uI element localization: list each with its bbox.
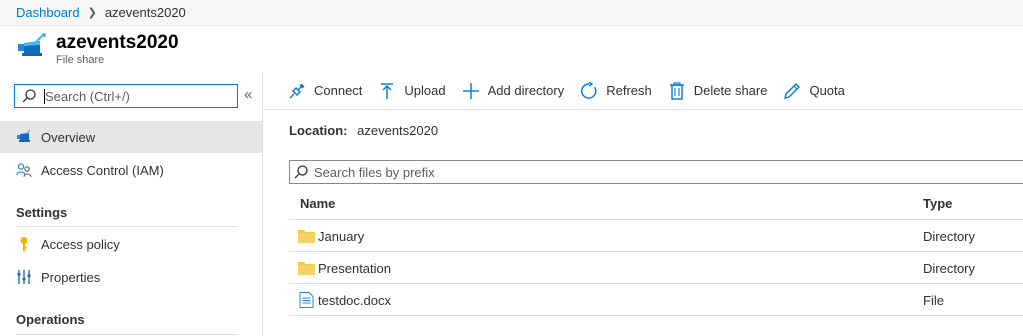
portal-window: Dashboard ❯ azevents2020 azevents2020 Fi… [0, 0, 1023, 336]
file-share-icon [17, 129, 31, 142]
section-title-settings: Settings [16, 205, 68, 220]
add-directory-button[interactable]: Add directory [462, 82, 565, 100]
row-name: testdoc.docx [318, 293, 391, 308]
delete-share-label: Delete share [693, 83, 768, 98]
quota-button[interactable]: Quota [783, 82, 845, 100]
add-directory-label: Add directory [487, 83, 565, 98]
command-bar: Connect Upload Add directory Refresh Del… [264, 72, 1023, 110]
file-search-box[interactable] [289, 160, 1023, 184]
delete-share-button[interactable]: Delete share [668, 81, 768, 100]
upload-button[interactable]: Upload [378, 82, 446, 100]
plug-icon [289, 83, 305, 98]
table-row[interactable]: testdoc.docx File [289, 284, 1023, 316]
chevron-right-icon: ❯ [87, 7, 97, 19]
sidebar-item-label: Access Control (IAM) [41, 162, 164, 178]
resource-header: azevents2020 File share [0, 26, 1023, 72]
file-share-icon [18, 33, 46, 56]
sidebar-item-label: Properties [41, 269, 101, 285]
column-header-type[interactable]: Type [923, 196, 952, 211]
location-line: Location: azevents2020 [289, 123, 438, 138]
file-search-input[interactable] [314, 163, 1014, 181]
people-icon [16, 163, 32, 178]
connect-label: Connect [314, 83, 363, 98]
folder-icon [298, 262, 315, 275]
breadcrumb-dashboard-link[interactable]: Dashboard [16, 5, 80, 20]
sidebar-item-overview[interactable]: Overview [0, 121, 262, 153]
sidebar-item-label: Access policy [41, 236, 120, 252]
file-table: Name Type January Directory Presentation… [289, 189, 1023, 316]
sidebar-item-properties[interactable]: Properties [0, 261, 262, 293]
row-name: January [318, 229, 365, 244]
plus-icon [462, 82, 479, 99]
column-header-name[interactable]: Name [300, 196, 335, 211]
breadcrumb-current: azevents2020 [104, 5, 186, 20]
row-type: File [923, 293, 944, 308]
collapse-sidebar-button[interactable]: « [244, 86, 252, 103]
key-icon [20, 237, 28, 251]
upload-icon [381, 82, 394, 99]
sidebar-item-label: Overview [41, 129, 96, 145]
sidebar-item-access-policy[interactable]: Access policy [0, 228, 262, 260]
refresh-label: Refresh [606, 83, 652, 98]
refresh-button[interactable]: Refresh [580, 81, 652, 100]
row-type: Directory [923, 261, 976, 276]
table-header: Name Type [289, 189, 1023, 220]
page-title: azevents2020 [56, 32, 179, 53]
search-icon [294, 165, 308, 179]
breadcrumb: Dashboard ❯ azevents2020 [0, 0, 1023, 26]
table-row[interactable]: Presentation Directory [289, 252, 1023, 284]
row-type: Directory [923, 229, 976, 244]
refresh-icon [581, 81, 597, 99]
upload-label: Upload [404, 83, 446, 98]
document-icon [299, 292, 314, 308]
section-title-operations: Operations [16, 312, 85, 327]
folder-icon [298, 230, 315, 243]
sidebar-search-input[interactable] [45, 87, 235, 105]
section-divider [16, 334, 238, 335]
sliders-icon [17, 270, 31, 284]
section-divider [16, 226, 238, 227]
search-icon [22, 89, 36, 103]
main-content: Connect Upload Add directory Refresh Del… [264, 72, 1023, 336]
page-subtitle: File share [56, 54, 105, 66]
pencil-icon [784, 82, 801, 99]
connect-button[interactable]: Connect [288, 82, 362, 100]
sidebar: « Overview Access Control (IAM) Settings [0, 72, 263, 336]
trash-icon [669, 81, 684, 100]
location-label: Location: [289, 123, 348, 138]
sidebar-search-box[interactable] [14, 84, 238, 108]
row-name: Presentation [318, 261, 391, 276]
quota-label: Quota [809, 83, 845, 98]
location-value: azevents2020 [357, 123, 439, 138]
sidebar-item-access-control[interactable]: Access Control (IAM) [0, 154, 262, 186]
table-row[interactable]: January Directory [289, 220, 1023, 252]
sidebar-search-row: « [14, 84, 259, 108]
